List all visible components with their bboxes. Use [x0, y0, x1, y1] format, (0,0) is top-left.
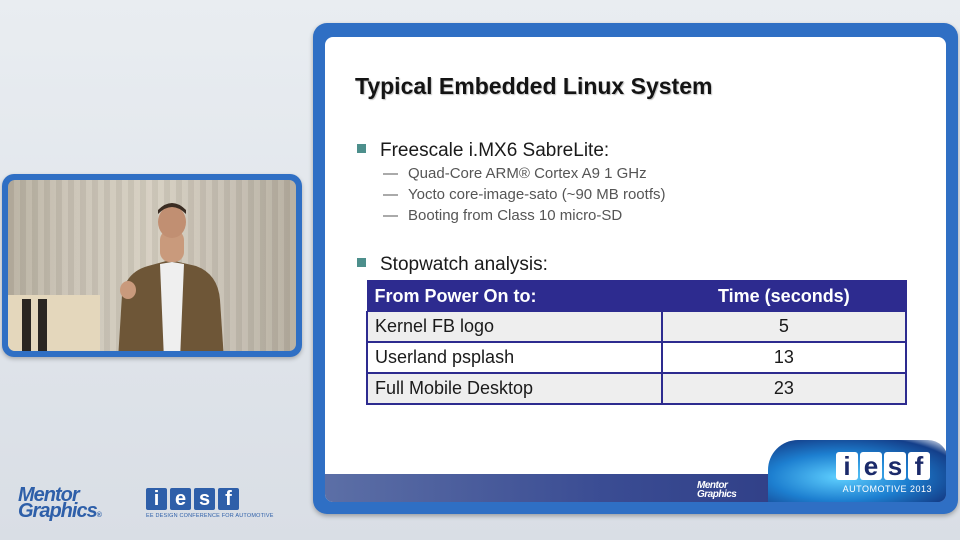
- bullet-text: Stopwatch analysis:: [380, 254, 548, 275]
- iesf-logo: i e s f EE DESIGN CONFERENCE FOR AUTOMOT…: [146, 488, 274, 519]
- boot-time-table: From Power On to: Time (seconds) Kernel …: [366, 280, 908, 405]
- table-row: Full Mobile Desktop 23: [366, 372, 908, 405]
- table-row: Userland psplash 13: [366, 341, 908, 374]
- bullet-square-icon: [357, 144, 366, 154]
- slide-frame: Typical Embedded Linux System Freescale …: [313, 23, 958, 514]
- speaker-video-frame: [2, 174, 302, 357]
- iesf-letter: e: [170, 488, 191, 510]
- badge-letter: s: [884, 452, 906, 480]
- badge-caption: AUTOMOTIVE 2013: [842, 484, 932, 494]
- stage-post: [38, 299, 47, 351]
- subitem-text: Yocto core-image-sato (~90 MB rootfs): [408, 186, 666, 203]
- table-row: Kernel FB logo 5: [366, 311, 908, 343]
- mentor-graphics-logo: Mentor Graphics®: [18, 485, 102, 524]
- bullet-freescale: Freescale i.MX6 SabreLite:: [357, 140, 609, 162]
- slide: Typical Embedded Linux System Freescale …: [325, 37, 946, 502]
- registered-mark: ®: [96, 512, 102, 519]
- logo-line: Graphics®: [18, 500, 102, 524]
- time-cell: 5: [660, 311, 908, 343]
- dash-icon: —: [383, 165, 398, 182]
- bullet-stopwatch: Stopwatch analysis:: [357, 254, 548, 276]
- table-header-row: From Power On to: Time (seconds): [366, 280, 907, 312]
- badge-letter: e: [860, 452, 882, 480]
- subitem-cpu: — Quad-Core ARM® Cortex A9 1 GHz: [383, 165, 647, 182]
- logo-text: Graphics: [18, 500, 98, 522]
- subitem-text: Booting from Class 10 micro-SD: [408, 207, 623, 224]
- stage-post: [22, 299, 31, 351]
- time-cell: 13: [660, 341, 908, 374]
- milestone-cell: Userland psplash: [366, 341, 663, 374]
- dash-icon: —: [383, 207, 398, 224]
- badge-letter: f: [908, 452, 930, 480]
- iesf-tagline: EE DESIGN CONFERENCE FOR AUTOMOTIVE: [146, 513, 274, 519]
- subitem-text: Quad-Core ARM® Cortex A9 1 GHz: [408, 165, 647, 182]
- iesf-letter: f: [218, 488, 239, 510]
- iesf-automotive-badge: i e s f AUTOMOTIVE 2013: [768, 440, 946, 502]
- bullet-text: Freescale i.MX6 SabreLite:: [380, 140, 610, 161]
- milestone-cell: Kernel FB logo: [366, 311, 663, 343]
- time-cell: 23: [660, 372, 908, 405]
- footer-mentor-logo: Mentor Graphics: [697, 481, 737, 500]
- iesf-letters: i e s f: [146, 488, 274, 510]
- badge-letters: i e s f: [836, 452, 930, 480]
- badge-letter: i: [836, 452, 858, 480]
- milestone-cell: Full Mobile Desktop: [366, 372, 663, 405]
- iesf-letter: s: [194, 488, 215, 510]
- bullet-square-icon: [357, 258, 366, 268]
- subitem-yocto: — Yocto core-image-sato (~90 MB rootfs): [383, 186, 665, 203]
- column-header-milestone: From Power On to:: [366, 280, 663, 312]
- iesf-letter: i: [146, 488, 167, 510]
- logo-line: Graphics: [697, 489, 737, 500]
- slide-title: Typical Embedded Linux System: [355, 73, 713, 99]
- speaker-video: [8, 180, 296, 351]
- subitem-boot: — Booting from Class 10 micro-SD: [383, 207, 622, 224]
- presenter-figure: [118, 203, 224, 351]
- dash-icon: —: [383, 186, 398, 203]
- column-header-time: Time (seconds): [661, 280, 907, 312]
